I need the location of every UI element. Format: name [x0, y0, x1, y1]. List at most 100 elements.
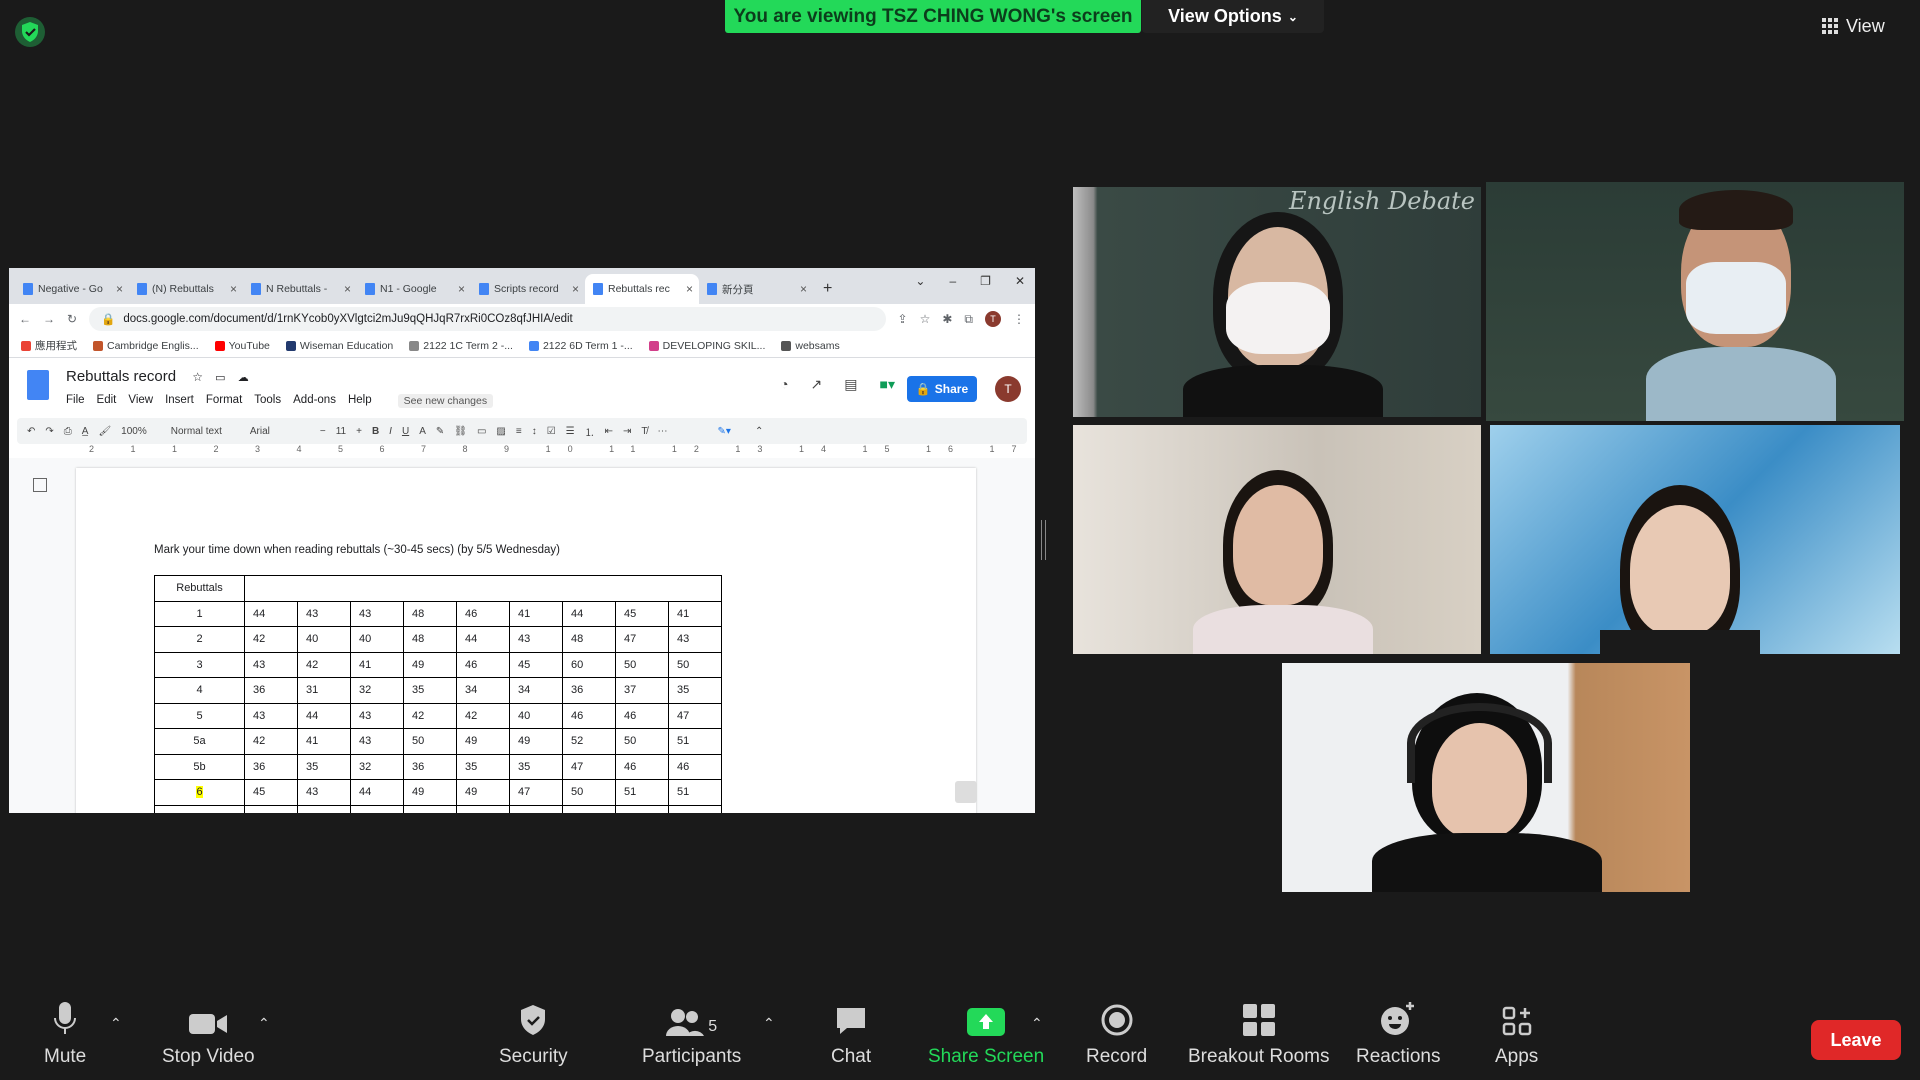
video-tile-active-speaker[interactable] — [1486, 182, 1904, 421]
table-cell[interactable]: 44 — [297, 702, 351, 729]
browser-tab[interactable]: N Rebuttals - × — [243, 274, 357, 304]
see-new-changes-link[interactable]: See new changes — [397, 394, 494, 408]
table-cell[interactable]: 49 — [403, 651, 457, 678]
table-cell[interactable]: 44 — [244, 600, 298, 627]
table-cell[interactable]: 52 — [562, 728, 616, 755]
table-cell[interactable]: 50 — [562, 779, 616, 806]
add-comment-icon[interactable] — [955, 781, 977, 803]
collapse-icon[interactable]: ⌃ — [755, 426, 763, 437]
url-field[interactable]: 🔒 docs.google.com/document/d/1rnKYcob0yXV… — [89, 307, 886, 331]
editing-mode-icon[interactable]: ✎▾ — [718, 426, 731, 437]
table-cell[interactable]: 50 — [615, 728, 669, 755]
row-label-cell[interactable]: 4 — [154, 677, 245, 704]
docs-menu-item[interactable]: File — [66, 394, 85, 408]
checklist-icon[interactable]: ☑ — [547, 426, 556, 437]
table-cell[interactable]: 41 — [403, 804, 457, 813]
table-cell[interactable]: 43 — [668, 626, 722, 653]
table-cell[interactable]: 45 — [615, 600, 669, 627]
outline-icon[interactable] — [33, 478, 47, 492]
table-cell[interactable]: 48 — [562, 626, 616, 653]
link-icon[interactable]: ⛓ — [454, 426, 467, 437]
table-cell[interactable]: 51 — [668, 728, 722, 755]
font-size-increase[interactable]: + — [356, 426, 362, 437]
table-cell[interactable]: 47 — [562, 753, 616, 780]
table-cell[interactable]: 43 — [244, 702, 298, 729]
table-cell[interactable]: 50 — [668, 651, 722, 678]
close-icon[interactable]: × — [458, 282, 465, 296]
row-label-cell[interactable]: 7 — [154, 804, 245, 813]
table-cell[interactable]: 50 — [615, 651, 669, 678]
line-spacing-icon[interactable]: ↕ — [532, 426, 537, 437]
table-cell[interactable]: 46 — [615, 702, 669, 729]
row-label-cell[interactable]: 3 — [154, 651, 245, 678]
table-cell[interactable]: 47 — [509, 779, 563, 806]
table-cell[interactable]: 60 — [562, 651, 616, 678]
bookmark-item[interactable]: DEVELOPING SKIL... — [648, 340, 765, 352]
minimize-icon[interactable]: – — [949, 274, 956, 288]
browser-tab[interactable]: Rebuttals rec × — [585, 274, 699, 304]
record-button[interactable]: Record — [1086, 1000, 1147, 1068]
row-label-cell[interactable]: 5b — [154, 753, 245, 780]
stop-video-button[interactable]: Stop Video — [162, 1000, 255, 1068]
breakout-rooms-button[interactable]: Breakout Rooms — [1188, 1000, 1330, 1068]
table-cell[interactable]: 32 — [350, 753, 404, 780]
apps-button[interactable]: Apps — [1495, 1000, 1538, 1068]
table-cell[interactable]: 47 — [668, 702, 722, 729]
table-cell[interactable]: 41 — [350, 651, 404, 678]
bookmark-item[interactable]: 應用程式 — [21, 338, 77, 353]
close-icon[interactable]: × — [686, 282, 693, 296]
row-label-cell[interactable]: 2 — [154, 626, 245, 653]
comment-add-icon[interactable]: ▭ — [477, 426, 486, 437]
restore-icon[interactable]: ❐ — [980, 274, 991, 288]
docs-menu-item[interactable]: Insert — [165, 394, 194, 408]
docs-menu-item[interactable]: Add-ons — [293, 394, 336, 408]
chevron-down-icon[interactable]: ⌄ — [915, 274, 925, 288]
font-size-decrease[interactable]: − — [320, 426, 326, 437]
table-cell[interactable]: 46 — [615, 753, 669, 780]
comment-icon[interactable]: ▤ — [844, 376, 857, 393]
bookmark-item[interactable]: 2122 1C Term 2 -... — [409, 340, 513, 352]
browser-tab[interactable]: 新分頁 × — [699, 274, 813, 304]
table-cell[interactable]: 41 — [297, 728, 351, 755]
table-cell[interactable]: 46 — [456, 651, 510, 678]
table-cell[interactable]: 35 — [509, 753, 563, 780]
video-tile-participant-3[interactable] — [1073, 425, 1481, 654]
doc-title[interactable]: Rebuttals record ☆ ▭ ☁ — [66, 368, 249, 385]
audio-options-caret[interactable]: ⌃ — [110, 1015, 122, 1032]
doc-page[interactable]: Mark your time down when reading rebutta… — [76, 468, 976, 813]
close-icon[interactable]: × — [800, 282, 807, 296]
table-cell[interactable]: 49 — [403, 779, 457, 806]
table-cell[interactable]: 41 — [509, 600, 563, 627]
table-cell[interactable]: 36 — [244, 753, 298, 780]
table-cell[interactable]: 40 — [509, 702, 563, 729]
profile-avatar[interactable]: T — [985, 311, 1001, 327]
table-cell[interactable]: 40 — [244, 804, 298, 813]
new-tab-icon[interactable]: + — [813, 280, 842, 304]
table-cell[interactable]: 35 — [403, 677, 457, 704]
table-cell[interactable]: 36 — [244, 677, 298, 704]
image-icon[interactable]: ▨ — [496, 426, 505, 437]
close-icon[interactable]: × — [344, 282, 351, 296]
table-cell[interactable]: 51 — [668, 779, 722, 806]
reactions-button[interactable]: Reactions — [1356, 1000, 1441, 1068]
puzzle-icon[interactable]: ⧉ — [964, 312, 973, 327]
row-label-cell[interactable]: 5 — [154, 702, 245, 729]
table-cell[interactable]: 43 — [350, 702, 404, 729]
redo-icon[interactable]: ↷ — [45, 426, 53, 437]
table-cell[interactable]: 42 — [403, 702, 457, 729]
docs-menu-item[interactable]: Help — [348, 394, 372, 408]
close-icon[interactable]: ✕ — [1015, 274, 1025, 288]
table-cell[interactable]: 32 — [350, 677, 404, 704]
table-cell[interactable]: 48 — [403, 600, 457, 627]
meet-icon[interactable]: ■▾ — [880, 376, 895, 393]
highlight-icon[interactable]: ✎ — [436, 426, 444, 437]
forward-icon[interactable]: → — [43, 312, 55, 326]
leave-button[interactable]: Leave — [1811, 1020, 1901, 1060]
shield-check-icon[interactable] — [14, 16, 46, 48]
bold-icon[interactable]: B — [372, 426, 379, 437]
row-label-cell[interactable]: 6 — [154, 779, 245, 806]
video-tile-participant-4[interactable] — [1490, 425, 1900, 654]
chat-button[interactable]: Chat — [831, 1000, 871, 1068]
table-cell[interactable]: 42 — [297, 651, 351, 678]
back-icon[interactable]: ← — [19, 312, 31, 326]
